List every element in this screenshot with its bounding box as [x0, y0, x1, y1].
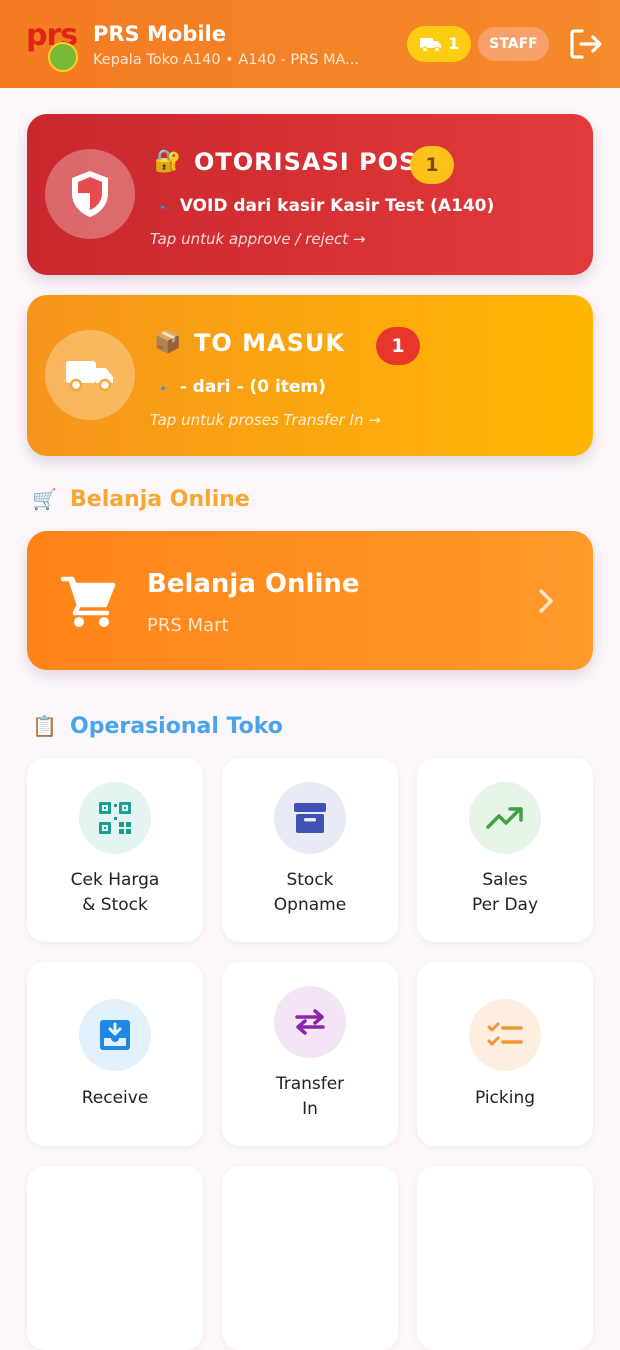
tile-icon-circle — [274, 782, 346, 854]
tile-label-line2: In — [302, 1099, 318, 1119]
checklist-icon — [487, 1022, 523, 1046]
tile-label-line1: Transfer — [275, 1074, 345, 1094]
tile-icon-circle — [469, 999, 541, 1071]
role-badge: STAFF — [478, 27, 549, 61]
qr-scan-icon — [99, 802, 131, 834]
otorisasi-title: OTORISASI POS — [194, 148, 418, 176]
otorisasi-item: 🔹 VOID dari kasir Kasir Test (A140) — [156, 196, 494, 216]
otorisasi-count-badge: 1 — [410, 146, 454, 184]
tile-label-line1: Sales — [482, 870, 528, 890]
tile-label-line1: Stock — [286, 870, 334, 890]
tile-sales-per-day[interactable]: Sales Per Day — [417, 758, 593, 942]
otorisasi-item-text: VOID dari kasir Kasir Test (A140) — [179, 196, 495, 216]
to-masuk-tap-hint: Tap untuk proses Transfer In → — [150, 411, 381, 429]
to-masuk-item-text: - dari - (0 item) — [179, 377, 326, 397]
cart-icon — [61, 576, 116, 627]
shield-icon — [72, 171, 108, 217]
diamond-bullet-icon: 🔹 — [156, 201, 170, 214]
to-masuk-title: TO MASUK — [194, 329, 345, 357]
tile-label-line2: & Stock — [82, 895, 148, 915]
logout-icon[interactable] — [568, 27, 604, 61]
belanja-section-header: 🛒 Belanja Online — [32, 487, 250, 512]
to-masuk-item: 🔹 - dari - (0 item) — [156, 377, 326, 397]
belanja-section-title: Belanja Online — [70, 487, 250, 512]
prs-logo: prs — [26, 18, 78, 72]
shopping-cart-icon: 🛒 — [32, 487, 57, 511]
tile-partial[interactable] — [27, 1166, 203, 1350]
to-masuk-count-badge: 1 — [376, 327, 420, 365]
clipboard-icon: 📋 — [32, 714, 57, 738]
truck-count: 1 — [448, 34, 460, 53]
app-title: PRS Mobile — [93, 22, 226, 46]
chevron-right-icon — [539, 589, 553, 613]
truck-count-badge[interactable]: 1 — [407, 26, 471, 62]
tile-transfer-in[interactable]: Transfer In — [222, 962, 398, 1146]
otorisasi-tap-hint: Tap untuk approve / reject → — [150, 230, 366, 248]
otorisasi-icon-circle — [45, 149, 135, 239]
diamond-bullet-icon: 🔹 — [156, 382, 170, 395]
archive-box-icon — [294, 803, 326, 833]
tile-label-line1: Picking — [474, 1088, 536, 1108]
tile-icon-circle — [79, 782, 151, 854]
operasional-section-header: 📋 Operasional Toko — [32, 714, 283, 739]
app-header: prs PRS Mobile Kepala Toko A140 • A140 -… — [0, 0, 620, 88]
belanja-online-card[interactable]: Belanja Online PRS Mart — [27, 531, 593, 670]
tile-label: Receive — [27, 1086, 203, 1111]
tile-label: Stock Opname — [222, 868, 398, 918]
package-icon: 📦 — [154, 330, 182, 355]
store-subtitle: Kepala Toko A140 • A140 - PRS MA... — [93, 52, 359, 68]
tile-label-line1: Receive — [81, 1088, 149, 1108]
belanja-online-subtitle: PRS Mart — [147, 615, 229, 636]
tile-label-line1: Cek Harga — [70, 870, 160, 890]
tile-stock-opname[interactable]: Stock Opname — [222, 758, 398, 942]
operasional-section-title: Operasional Toko — [70, 714, 283, 739]
tile-cek-harga-stock[interactable]: Cek Harga & Stock — [27, 758, 203, 942]
tile-picking[interactable]: Picking — [417, 962, 593, 1146]
tile-label: Picking — [417, 1086, 593, 1111]
tile-icon-circle — [469, 782, 541, 854]
lock-icon: 🔐 — [154, 149, 182, 174]
tile-receive[interactable]: Receive — [27, 962, 203, 1146]
otorisasi-pos-card[interactable]: 🔐 OTORISASI POS 1 🔹 VOID dari kasir Kasir… — [27, 114, 593, 275]
truck-icon — [66, 361, 113, 392]
swap-arrows-icon — [295, 1009, 325, 1035]
to-masuk-card[interactable]: 📦 TO MASUK 1 🔹 - dari - (0 item) Tap untu… — [27, 295, 593, 456]
tile-icon-circle — [274, 986, 346, 1058]
trending-up-icon — [486, 807, 523, 829]
tile-partial[interactable] — [222, 1166, 398, 1350]
tile-icon-circle — [79, 999, 151, 1071]
tile-label-line2: Per Day — [471, 895, 539, 915]
tile-label: Cek Harga & Stock — [27, 868, 203, 918]
tile-label: Sales Per Day — [417, 868, 593, 918]
tile-label: Transfer In — [222, 1072, 398, 1122]
inbox-download-icon — [100, 1020, 130, 1050]
belanja-online-title: Belanja Online — [147, 569, 360, 599]
tile-label-line2: Opname — [273, 895, 347, 915]
logo-cart-icon — [48, 42, 78, 72]
to-masuk-icon-circle — [45, 330, 135, 420]
tile-partial[interactable] — [417, 1166, 593, 1350]
truck-icon — [420, 38, 441, 53]
